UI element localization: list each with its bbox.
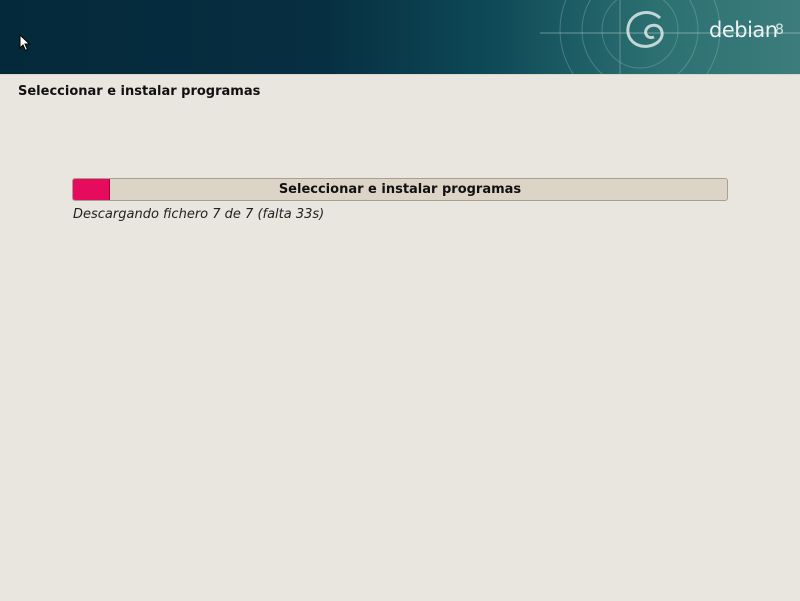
progress-bar-label: Seleccionar e instalar programas xyxy=(278,182,522,197)
page-title: Seleccionar e instalar programas xyxy=(18,84,261,99)
installation-progress-bar: Seleccionar e instalar programas xyxy=(72,178,728,201)
download-status-text: Descargando fichero 7 de 7 (falta 33s) xyxy=(73,207,325,222)
debian-logo-text: debian xyxy=(709,18,778,42)
banner-divider xyxy=(0,74,800,75)
debian-version-number: 8 xyxy=(775,22,784,38)
banner-swirl-decoration xyxy=(540,0,800,74)
mouse-pointer-icon xyxy=(19,34,31,52)
header-banner: debian 8 xyxy=(0,0,800,74)
